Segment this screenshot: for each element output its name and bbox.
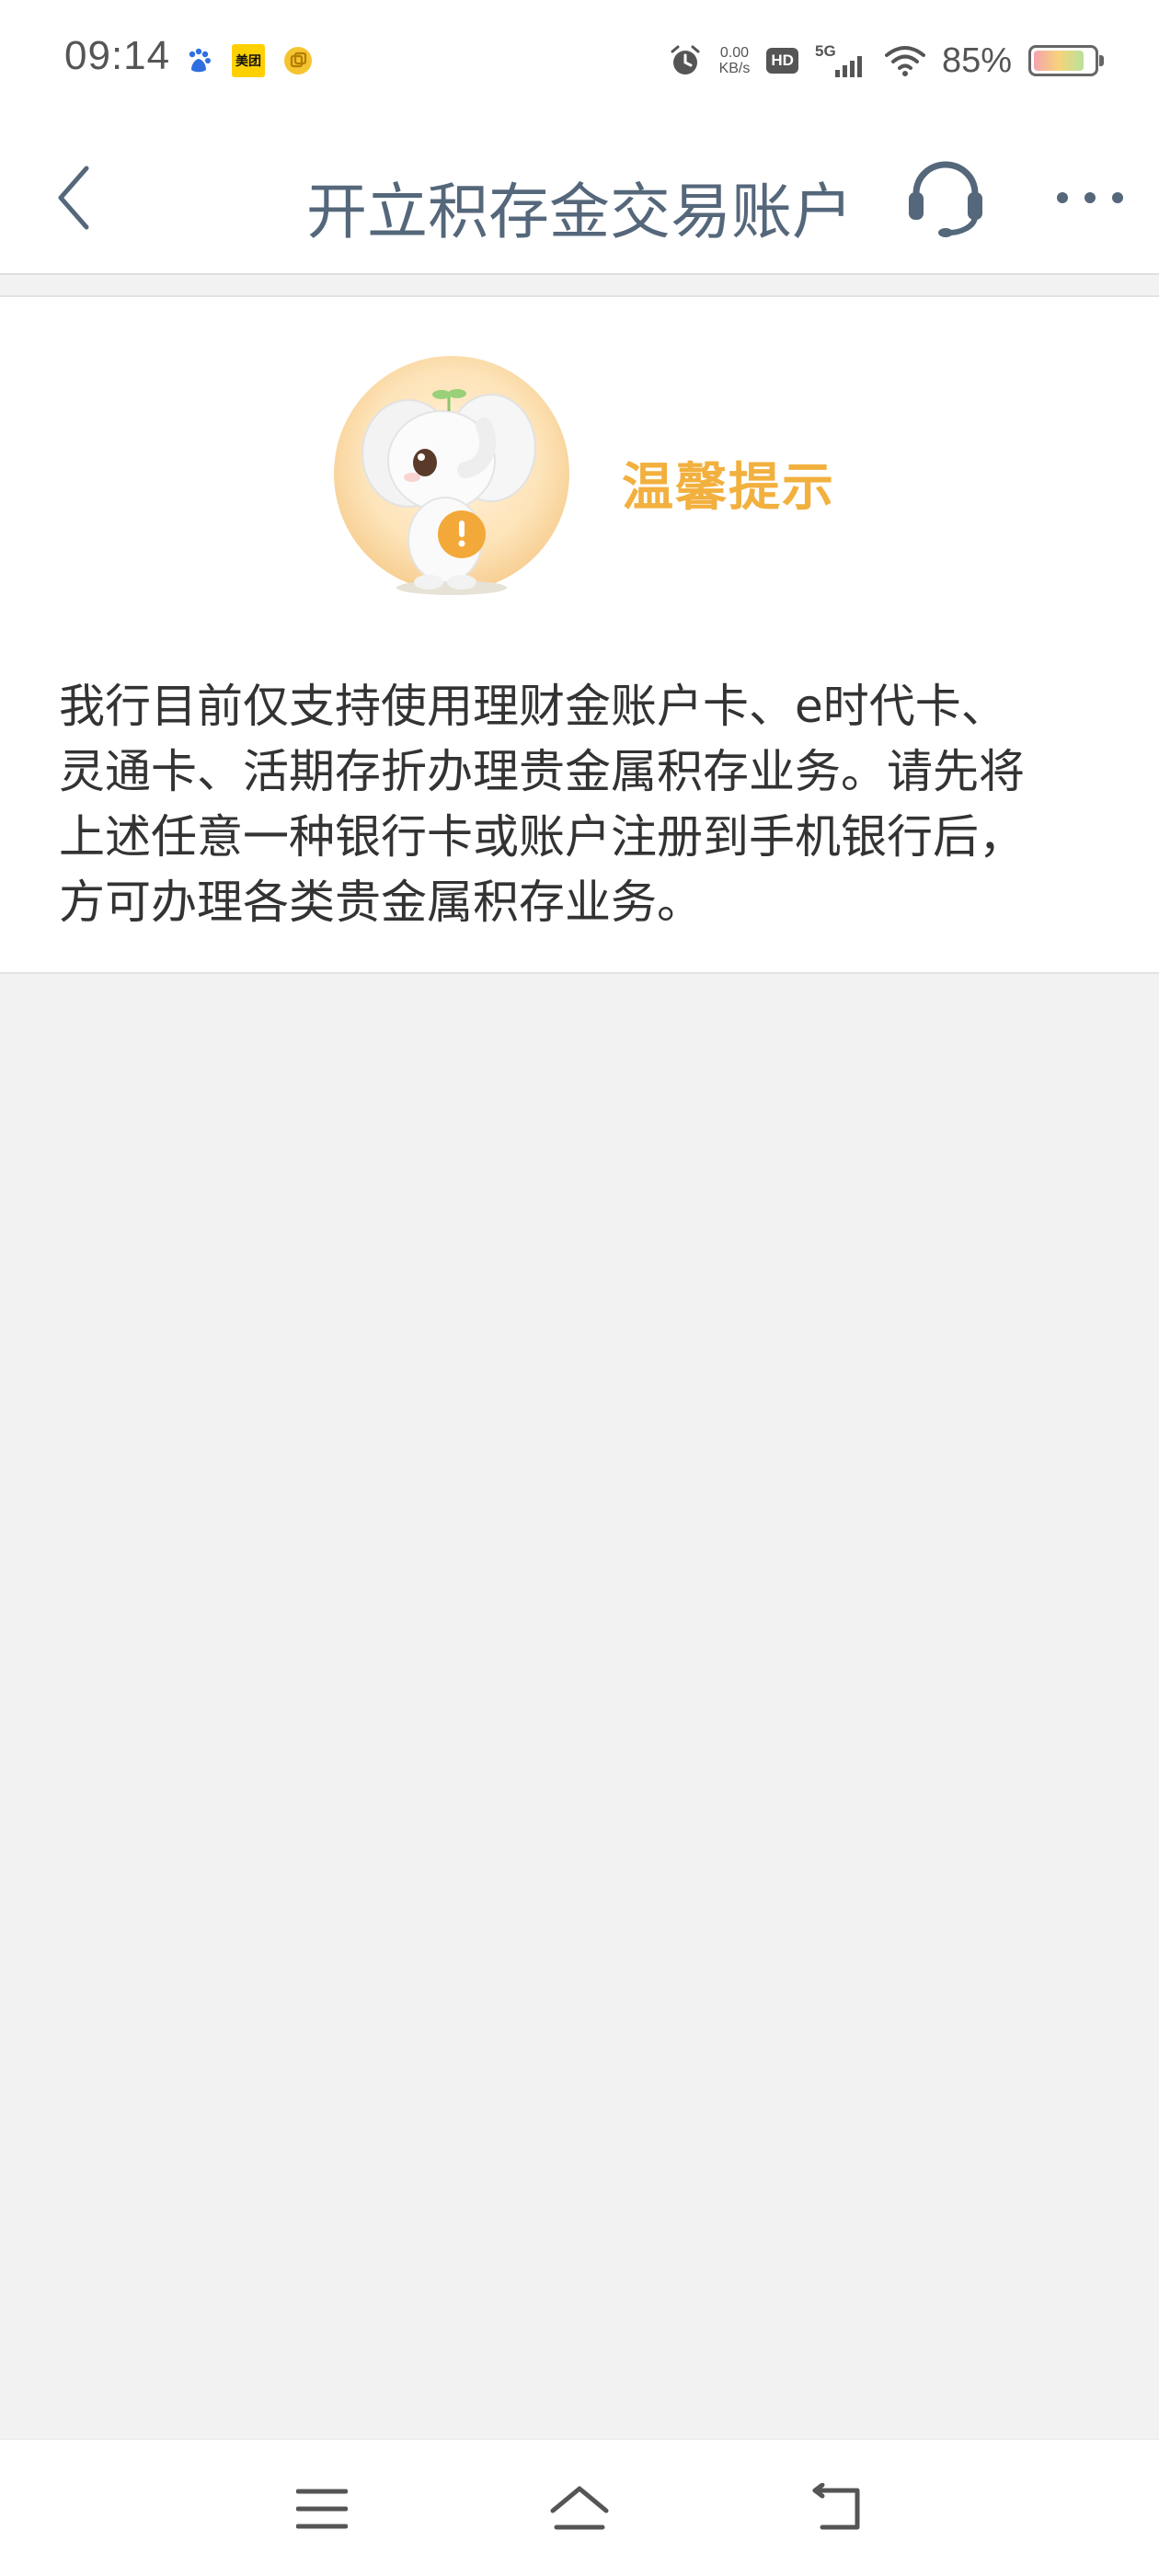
status-right-indicators: 0.00 KB/s HD 5G 85%	[651, 37, 1104, 85]
net-speed: 0.00 KB/s	[719, 45, 751, 76]
system-nav-bar	[0, 2439, 1159, 2576]
more-dots-icon	[1057, 192, 1123, 203]
headset-icon	[909, 161, 982, 237]
hd-badge: HD	[766, 48, 798, 74]
status-time: 09:14	[64, 33, 171, 78]
alarm-icon	[668, 43, 703, 78]
status-app-icons: 美团	[182, 44, 331, 77]
notice-body-text: 我行目前仅支持使用理财金账户卡、e时代卡、 灵通卡、活期存折办理贵金属积存业务。请…	[59, 674, 1107, 935]
elephant-mascot-icon	[327, 352, 576, 601]
notice-card: 温馨提示 我行目前仅支持使用理财金账户卡、e时代卡、 灵通卡、活期存折办理贵金属积…	[0, 295, 1159, 974]
notice-body-line: 灵通卡、活期存折办理贵金属积存业务。请先将	[59, 745, 1025, 798]
nav-bar: 开立积存金交易账户	[0, 124, 1159, 275]
notice-heading: 温馨提示	[622, 458, 835, 518]
baidu-icon	[182, 44, 215, 77]
battery-icon	[1028, 45, 1104, 76]
status-bar: 09:14 美团 0.00 KB/s HD 5G 85%	[0, 0, 1159, 124]
back-arrow-icon	[812, 2483, 860, 2530]
notice-body-line: 我行目前仅支持使用理财金账户卡、e时代卡、	[59, 680, 1007, 733]
battery-fill	[1034, 51, 1084, 71]
system-back-button[interactable]	[800, 2477, 874, 2541]
notice-body-line: 上述任意一种银行卡或账户注册到手机银行后，	[59, 810, 1025, 864]
meituan-icon: 美团	[232, 44, 265, 77]
system-home-button[interactable]	[543, 2477, 616, 2541]
battery-percent: 85%	[941, 40, 1012, 80]
notice-body-line: 方可办理各类贵金属积存业务。	[59, 876, 703, 929]
net-speed-value: 0.00	[719, 45, 750, 61]
network-label: 5G	[815, 42, 836, 60]
more-button[interactable]	[1049, 170, 1131, 225]
wifi-icon	[884, 44, 925, 77]
system-menu-button[interactable]	[285, 2477, 359, 2541]
signal-icon: 5G	[815, 42, 868, 79]
coin-app-icon	[281, 44, 315, 77]
menu-icon	[296, 2489, 348, 2529]
home-icon	[550, 2486, 609, 2530]
customer-service-button[interactable]	[900, 152, 992, 244]
net-speed-unit: KB/s	[718, 61, 751, 76]
